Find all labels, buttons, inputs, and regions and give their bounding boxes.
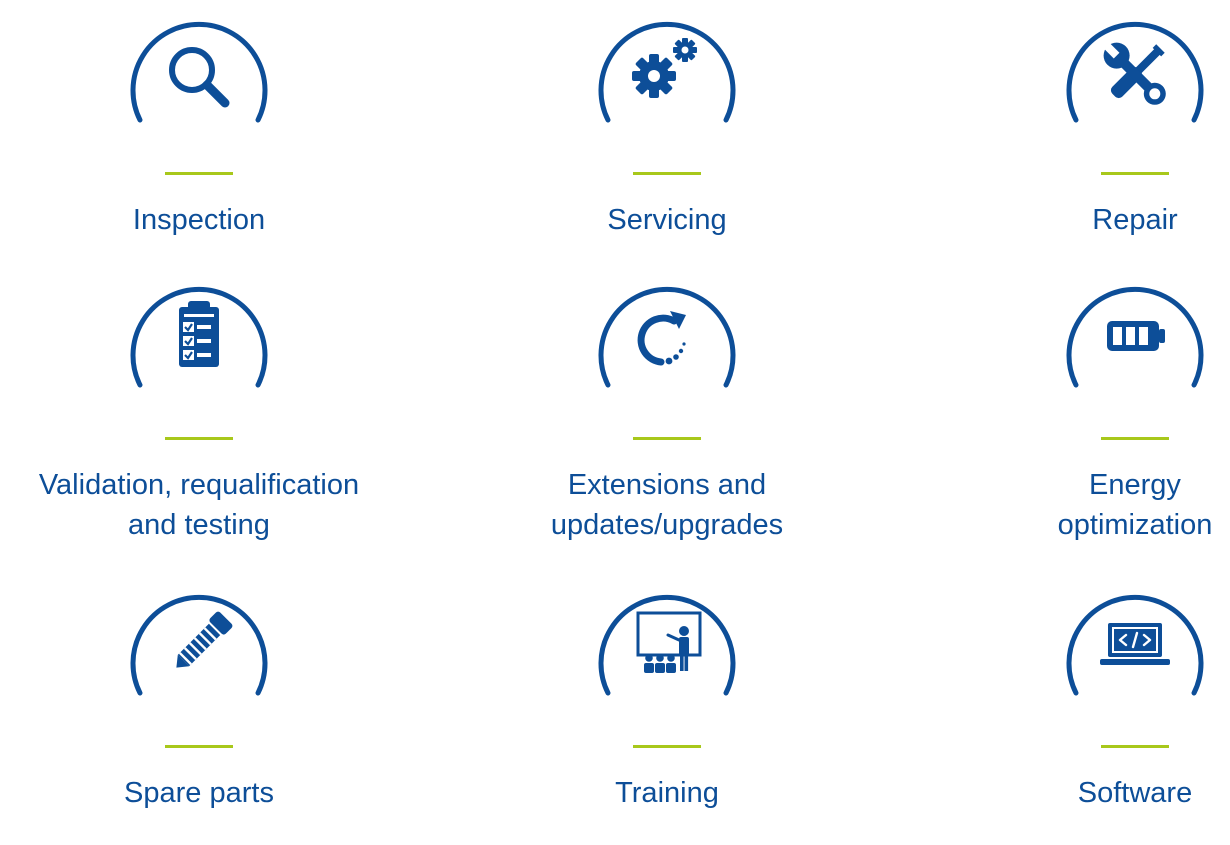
service-label: Energy optimization [915, 465, 1230, 545]
laptop-code-icon [1066, 594, 1204, 696]
service-tile-repair[interactable]: Repair [915, 12, 1230, 272]
service-label: Training [615, 777, 719, 809]
divider [165, 745, 233, 748]
service-tile-energy[interactable]: Energy optimization [915, 277, 1230, 541]
service-tile-extensions[interactable]: Extensions and updates/upgrades [447, 277, 887, 541]
magnifier-icon [130, 21, 268, 123]
divider [633, 437, 701, 440]
presentation-icon [598, 594, 736, 696]
service-tile-inspection[interactable]: Inspection [0, 12, 419, 272]
service-label: Spare parts [124, 777, 274, 809]
service-label: Validation, requalification and testing [0, 465, 419, 545]
gears-icon [598, 21, 736, 123]
bolt-icon [130, 594, 268, 696]
service-label-line: Extensions and [567, 469, 767, 501]
service-label: Extensions and updates/upgrades [447, 465, 887, 545]
service-tile-servicing[interactable]: Servicing [447, 12, 887, 272]
divider [1101, 437, 1169, 440]
service-label-line: and testing [128, 509, 270, 541]
divider [633, 745, 701, 748]
clipboard-checklist-icon [130, 286, 268, 388]
service-label: Software [1077, 777, 1193, 809]
service-tile-training[interactable]: Training [447, 585, 887, 845]
battery-icon [1066, 286, 1204, 388]
service-tile-validation[interactable]: Validation, requalification and testing [0, 277, 419, 541]
divider [165, 437, 233, 440]
divider [165, 172, 233, 175]
wrench-screwdriver-icon [1066, 21, 1204, 123]
service-label-line: Validation, requalification [38, 469, 360, 501]
service-label: Inspection [132, 204, 266, 236]
service-label-line: Energy [1089, 469, 1181, 501]
divider [633, 172, 701, 175]
service-label: Servicing [607, 204, 727, 236]
divider [1101, 172, 1169, 175]
divider [1101, 745, 1169, 748]
refresh-arrow-icon [598, 286, 736, 388]
service-label-line: updates/upgrades [550, 509, 784, 541]
service-label-line: optimization [1057, 509, 1213, 541]
service-label: Repair [1092, 204, 1178, 236]
service-tile-spare-parts[interactable]: Spare parts [0, 585, 419, 845]
service-tile-software[interactable]: Software [915, 585, 1230, 845]
